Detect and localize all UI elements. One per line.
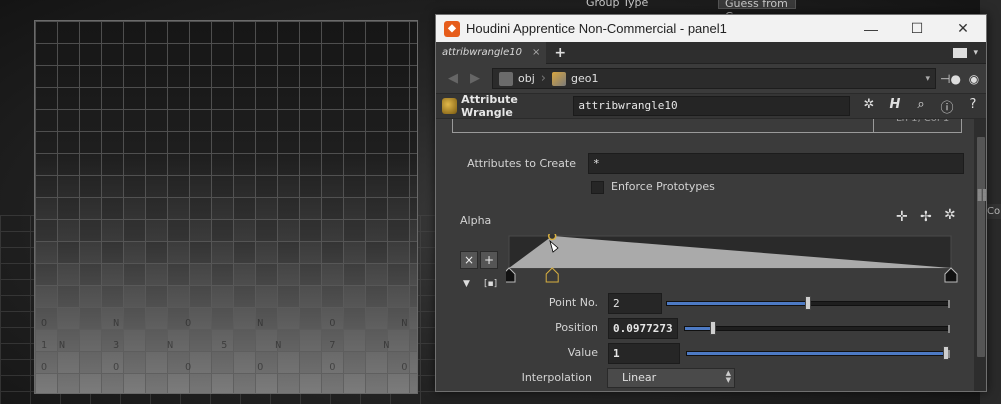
pin-icon[interactable]: ⊣● — [940, 72, 961, 86]
ramp-key-marker[interactable] — [506, 267, 516, 283]
ramp-split-icon[interactable]: ✢ — [920, 209, 932, 225]
window-title: Houdini Apprentice Non-Commercial - pane… — [466, 21, 727, 36]
gear-icon[interactable]: ✲ — [856, 97, 882, 116]
tab-label: attribwrangle10 — [442, 47, 522, 58]
chevron-down-icon[interactable]: ▾ — [973, 48, 978, 58]
value-label: Value — [567, 346, 598, 359]
obj-context-icon — [499, 71, 513, 86]
point-no-slider[interactable] — [666, 296, 950, 310]
search-icon[interactable]: ⌕ — [908, 97, 934, 116]
value-slider-fill — [687, 352, 943, 355]
breadcrumb-geo1[interactable]: geo1 — [546, 69, 604, 88]
node-type-label: Attribute Wrangle — [461, 93, 518, 119]
pane-layout-icon[interactable] — [953, 47, 968, 58]
floating-panel-window: ◆ Houdini Apprentice Non-Commercial - pa… — [435, 14, 987, 392]
interpolation-label: Interpolation — [521, 371, 592, 384]
position-slider-handle[interactable] — [710, 321, 716, 335]
position-field[interactable]: 0.0977273 — [608, 318, 678, 339]
group-type-label: Group Type — [586, 0, 649, 9]
help-icon[interactable]: ? — [960, 97, 986, 116]
attributes-to-create-field[interactable]: * — [588, 153, 964, 174]
tab-attribwrangle10[interactable]: attribwrangle10 × — [436, 41, 547, 64]
close-button[interactable]: ✕ — [940, 15, 986, 42]
path-bar: ◀ ▶ obj › geo1 ▾ ⊣● ◉ — [436, 64, 986, 93]
point-no-field[interactable]: 2 — [608, 293, 662, 314]
point-no-slider-fill — [667, 302, 805, 305]
attributes-to-create-label: Attributes to Create — [467, 157, 576, 170]
interpolation-dropdown[interactable]: Linear ▲ ▼ — [607, 368, 735, 388]
background-side-tab[interactable]: Co — [986, 204, 1001, 219]
position-slider-fill — [685, 327, 710, 330]
cursor-position-readout: Ln 1, Col 1 — [873, 119, 963, 133]
parameter-header: Attribute Wrangle attribwrangle10 ✲ H ⌕ … — [436, 93, 986, 119]
vex-code-editor-edge: Ln 1, Col 1 — [452, 119, 962, 133]
position-label: Position — [555, 321, 598, 334]
minimize-button[interactable]: — — [848, 15, 894, 42]
ramp-key-marker[interactable] — [545, 267, 559, 283]
point-no-slider-handle[interactable] — [805, 296, 811, 310]
link-ramp-icon[interactable]: [▪] — [484, 279, 497, 289]
ramp-gear-icon[interactable]: ✲ — [944, 207, 956, 223]
collapse-arrow-icon[interactable]: ▼ — [463, 279, 470, 289]
scroll-grip-icon[interactable]: ▪▪ ▪▪ ▪▪ — [977, 187, 986, 203]
forward-arrow-icon[interactable]: ▶ — [464, 71, 486, 86]
wrangle-node-icon — [442, 98, 458, 114]
add-tab-button[interactable]: + — [554, 45, 566, 61]
alpha-ramp-label: Alpha — [460, 214, 492, 227]
updown-arrows-icon: ▲ ▼ — [725, 369, 731, 384]
info-icon[interactable]: ⓘ — [934, 97, 960, 116]
ramp-crosshair-icon[interactable]: ✛ — [896, 209, 908, 225]
help-h-icon[interactable]: H — [882, 97, 908, 116]
title-bar[interactable]: ◆ Houdini Apprentice Non-Commercial - pa… — [436, 15, 986, 42]
geometry-node-icon — [551, 71, 566, 86]
alpha-ramp-editor[interactable] — [506, 234, 962, 294]
selected-curve-point[interactable] — [547, 234, 557, 241]
desktop: O N O N O N O 1N 3 N 5 N 7 N 9 N 11 N 13… — [0, 0, 1001, 404]
position-slider[interactable] — [684, 321, 950, 335]
tab-close-icon[interactable]: × — [532, 47, 540, 58]
path-dropdown-icon[interactable]: ▾ — [925, 74, 930, 84]
parameter-pane: Ln 1, Col 1 Attributes to Create * Enfor… — [436, 119, 974, 391]
value-slider[interactable] — [686, 346, 950, 360]
breadcrumb-obj[interactable]: obj — [493, 69, 541, 88]
grid-plane-geometry: O N O N O N O 1N 3 N 5 N 7 N 9 N 11 N 13… — [34, 20, 418, 394]
network-path-field[interactable]: obj › geo1 ▾ — [492, 68, 936, 89]
maximize-button[interactable]: ☐ — [894, 15, 940, 42]
remove-point-button[interactable]: × — [460, 251, 478, 269]
group-type-dropdown[interactable]: Guess from Group — [718, 0, 796, 23]
value-field[interactable]: 1 — [608, 343, 680, 364]
houdini-logo-icon: ◆ — [444, 20, 460, 37]
add-point-button[interactable]: + — [480, 251, 498, 269]
uv-checker-letters: O N O N O N O 1N 3 N 5 N 7 N 9 N 11 N 13… — [41, 318, 417, 373]
enforce-prototypes-label: Enforce Prototypes — [611, 180, 715, 193]
point-no-label: Point No. — [548, 296, 598, 309]
ramp-key-marker[interactable] — [944, 267, 958, 283]
pane-tab-bar: attribwrangle10 × + ▾ — [436, 41, 986, 64]
parameter-scrollbar[interactable] — [974, 119, 986, 391]
scrollbar-thumb[interactable] — [977, 137, 985, 357]
enforce-prototypes-checkbox[interactable] — [591, 181, 604, 194]
interpolation-value: Linear — [622, 371, 657, 384]
node-name-field[interactable]: attribwrangle10 — [573, 96, 850, 116]
back-arrow-icon[interactable]: ◀ — [442, 71, 464, 86]
link-icon[interactable]: ◉ — [964, 72, 984, 86]
